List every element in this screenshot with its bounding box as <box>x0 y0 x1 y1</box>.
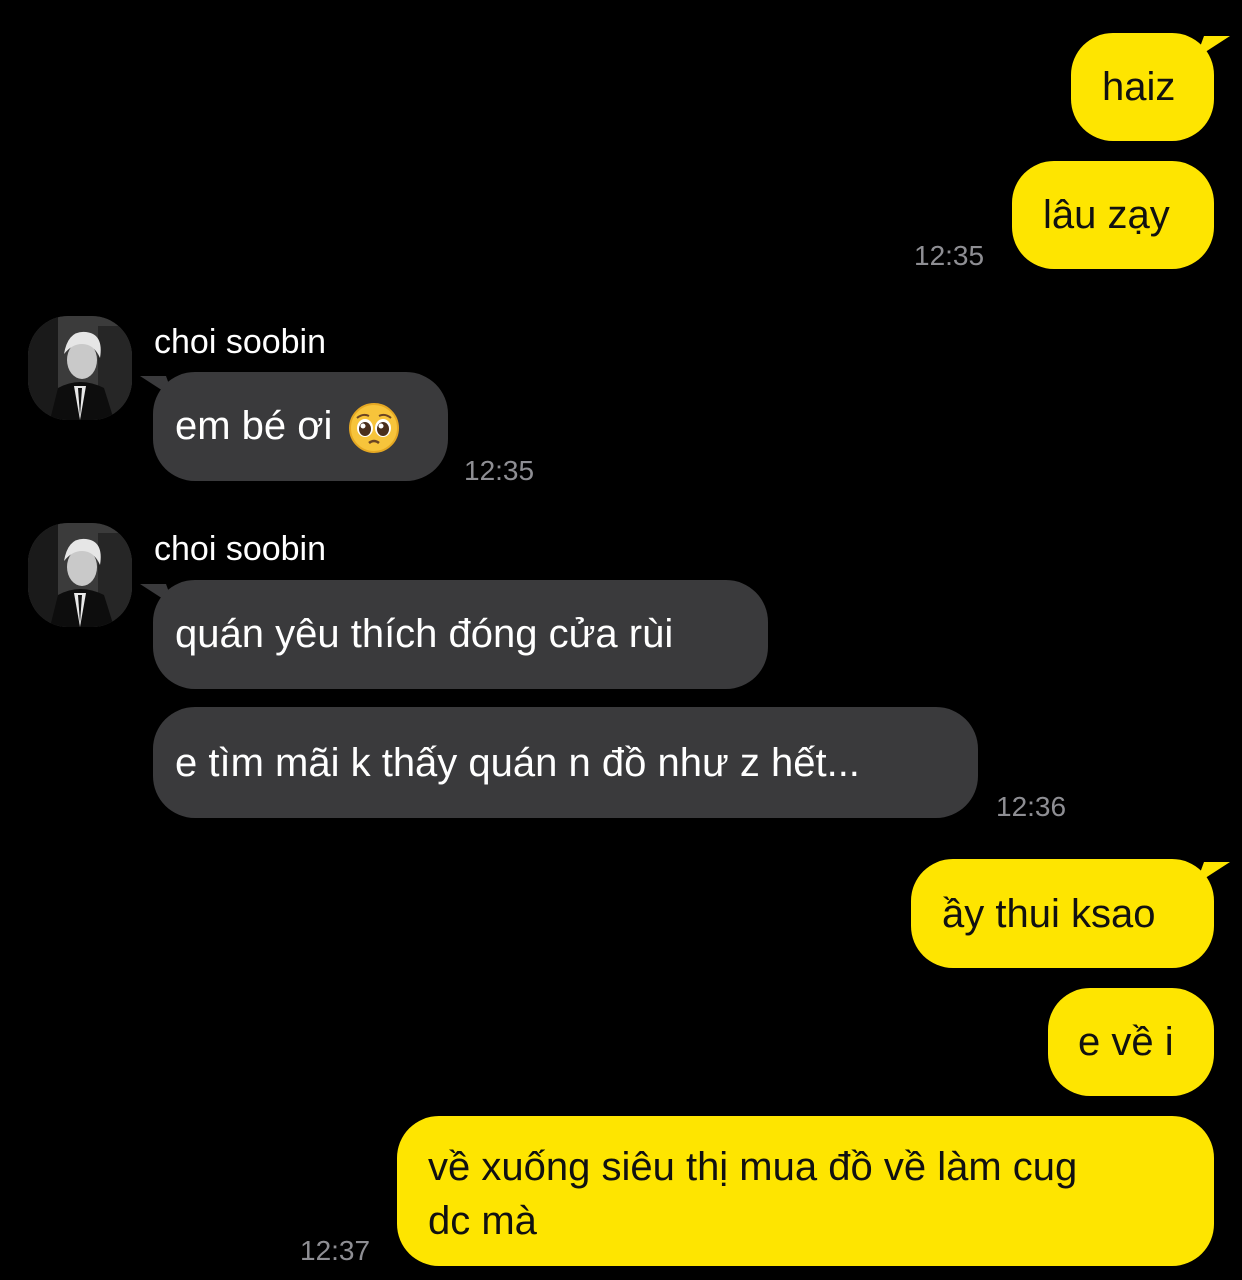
sent-message-bubble[interactable]: e về i <box>1048 988 1214 1096</box>
message-text-line-1: về xuống siêu thị mua đồ về làm cug <box>428 1145 1078 1189</box>
message-text: e tìm mãi k thấy quán n đồ như z hết... <box>175 741 860 785</box>
profile-photo-icon <box>28 523 132 627</box>
message-text: lâu zạy <box>1043 193 1170 237</box>
message-text: ầy thui ksao <box>942 892 1156 936</box>
sender-name: choi soobin <box>154 323 327 361</box>
message-text: em bé ơi <box>175 404 333 448</box>
received-message-bubble[interactable]: quán yêu thích đóng cửa rùi <box>153 580 768 689</box>
message-timestamp: 12:37 <box>300 1235 371 1266</box>
message-text: e về i <box>1078 1020 1174 1064</box>
sent-message-bubble[interactable]: lâu zạy <box>1012 161 1214 269</box>
message-text: haiz <box>1102 65 1176 109</box>
sent-message-bubble[interactable]: haiz <box>1071 33 1214 141</box>
sent-message-bubble[interactable]: về xuống siêu thị mua đồ về làm cug dc m… <box>397 1116 1214 1266</box>
message-text: quán yêu thích đóng cửa rùi <box>175 612 674 656</box>
profile-photo-icon <box>28 316 132 420</box>
bubble-tail <box>1195 862 1231 884</box>
received-message-bubble[interactable]: em bé ơi <box>153 372 448 481</box>
message-content: em bé ơi <box>175 400 448 454</box>
contact-avatar[interactable] <box>28 523 132 627</box>
bubble-tail <box>1195 36 1231 58</box>
sender-name: choi soobin <box>154 530 327 568</box>
message-text-line-2: dc mà <box>428 1199 537 1243</box>
received-message-bubble[interactable]: e tìm mãi k thấy quán n đồ như z hết... <box>153 707 978 818</box>
contact-avatar[interactable] <box>28 316 132 420</box>
message-timestamp: 12:35 <box>914 240 985 271</box>
pleading-face-emoji-icon <box>348 403 399 454</box>
message-timestamp: 12:36 <box>996 791 1067 822</box>
sent-message-bubble[interactable]: ầy thui ksao <box>911 859 1214 968</box>
message-timestamp: 12:35 <box>464 455 535 486</box>
